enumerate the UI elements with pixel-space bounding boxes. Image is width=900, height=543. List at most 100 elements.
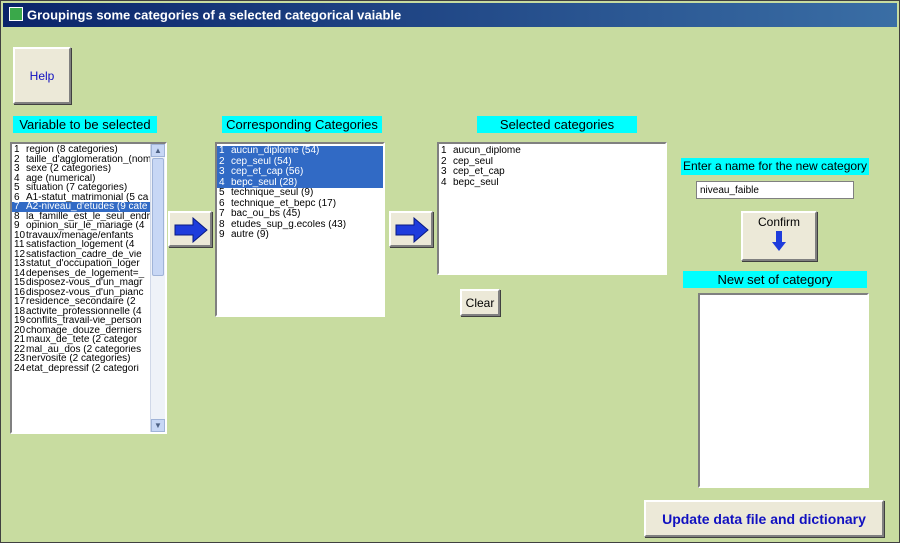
list-item-number: 10 <box>14 230 26 240</box>
list-item[interactable]: 3 cep_et_cap <box>439 167 665 178</box>
list-item-number: 1 <box>441 146 447 156</box>
list-item-label: bepc_seul <box>453 177 499 188</box>
help-button[interactable]: Help <box>13 47 71 104</box>
variable-list-scrollbar[interactable]: ▲ ▼ <box>150 144 165 432</box>
list-item-label: conflits_travail-vie_person <box>26 316 142 326</box>
app-icon <box>9 7 23 21</box>
list-item[interactable]: 12satisfaction_cadre_de_vie <box>12 250 151 260</box>
list-item[interactable]: 9 autre (9) <box>217 230 383 241</box>
list-item[interactable]: 4 bepc_seul (28) <box>217 177 383 188</box>
list-item[interactable]: 2 taille_d'agglomeration_(nom <box>12 155 151 165</box>
list-item-label: taille_d'agglomeration_(nom <box>26 154 151 165</box>
scroll-up-icon[interactable]: ▲ <box>151 144 165 157</box>
list-item-number: 2 <box>441 156 447 167</box>
confirm-button-label: Confirm <box>757 215 800 229</box>
list-item-label: autre (9) <box>231 230 269 240</box>
list-item[interactable]: 6 A1-statut_matrimonial (5 ca <box>12 193 151 203</box>
list-item-number: 4 <box>441 177 447 188</box>
list-item[interactable]: 17residence_secondaire (2 <box>12 297 151 307</box>
list-item[interactable]: 3 sexe (2 categories) <box>12 164 151 174</box>
list-item-label: cep_et_cap (56) <box>231 167 304 177</box>
list-item-number: 7 <box>14 202 20 212</box>
update-data-file-button[interactable]: Update data file and dictionary <box>644 500 884 537</box>
list-item[interactable]: 13statut_d'occupation_loger <box>12 259 151 269</box>
variable-list-label: Variable to be selected <box>13 116 157 133</box>
list-item-number: 21 <box>14 335 26 345</box>
list-item-number: 20 <box>14 325 26 335</box>
scroll-down-icon[interactable]: ▼ <box>151 419 165 432</box>
list-item-label: mal_au_dos (2 categories <box>26 344 142 355</box>
list-item-number: 2 <box>14 154 20 164</box>
list-item-label: residence_secondaire (2 <box>26 297 136 307</box>
title-bar: Groupings some categories of a selected … <box>3 3 897 27</box>
list-item[interactable]: 15disposez-vous_d'un_magr <box>12 278 151 288</box>
list-item-label: travaux/menage/enfants <box>26 230 134 241</box>
new-set-list[interactable] <box>698 293 869 488</box>
list-item[interactable]: 14depenses_de_logement=_ <box>12 269 151 279</box>
list-item-label: etudes_sup_g.ecoles (43) <box>231 219 347 230</box>
list-item-number: 15 <box>14 278 26 288</box>
list-item[interactable]: 5 technique_seul (9) <box>217 188 383 199</box>
list-item-number: 6 <box>219 198 225 209</box>
list-item-number: 22 <box>14 344 26 354</box>
list-item[interactable]: 4 bepc_seul <box>439 178 665 189</box>
list-item-label: A1-statut_matrimonial (5 ca <box>26 192 149 203</box>
list-item-number: 9 <box>219 230 225 240</box>
list-item[interactable]: 23nervosite (2 categories) <box>12 354 151 364</box>
list-item[interactable]: 16disposez-vous_d'un_pianc <box>12 288 151 298</box>
list-item-number: 2 <box>219 156 225 167</box>
list-item[interactable]: 5 situation (7 categories) <box>12 183 151 193</box>
list-item[interactable]: 7 A2-niveau_d'etudes (9 cate <box>12 202 151 212</box>
selected-label: Selected categories <box>477 116 637 133</box>
list-item[interactable]: 8 etudes_sup_g.ecoles (43) <box>217 220 383 231</box>
list-item-number: 18 <box>14 306 26 316</box>
corresponding-label: Corresponding Categories <box>222 116 382 133</box>
list-item-label: satisfaction_logement (4 <box>26 240 135 250</box>
window-title: Groupings some categories of a selected … <box>27 7 402 23</box>
list-item-label: situation (7 categories) <box>26 183 128 193</box>
list-item[interactable]: 2 cep_seul (54) <box>217 156 383 167</box>
selected-list-items: 1 aucun_diplome 2 cep_seul 3 cep_et_cap 4 bepc_… <box>439 146 665 188</box>
list-item[interactable]: 21maux_de_tete (2 categor <box>12 335 151 345</box>
list-item[interactable]: 8 la_famille_est_le_seul_endr <box>12 212 151 222</box>
scroll-thumb[interactable] <box>152 158 164 276</box>
new-name-label: Enter a name for the new category <box>681 158 869 175</box>
list-item[interactable]: 11 satisfaction_logement (4 <box>12 240 151 250</box>
main-window: Groupings some categories of a selected … <box>0 0 900 543</box>
list-item[interactable]: 19conflits_travail-vie_person <box>12 316 151 326</box>
list-item[interactable]: 6 technique_et_bepc (17) <box>217 199 383 210</box>
add-variable-arrow-button[interactable] <box>168 211 212 247</box>
list-item[interactable]: 9 opinion_sur_le_mariage (4 <box>12 221 151 231</box>
list-item-number: 1 <box>14 145 20 155</box>
variable-list[interactable]: 1 region (8 categories) 2 taille_d'agglomer… <box>10 142 167 434</box>
add-category-arrow-button[interactable] <box>389 211 433 247</box>
selected-list[interactable]: 1 aucun_diplome 2 cep_seul 3 cep_et_cap 4 bepc_… <box>437 142 667 275</box>
list-item[interactable]: 22mal_au_dos (2 categories <box>12 345 151 355</box>
list-item[interactable]: 3 cep_et_cap (56) <box>217 167 383 178</box>
list-item-label: opinion_sur_le_mariage (4 <box>26 221 145 231</box>
clear-button[interactable]: Clear <box>460 289 500 316</box>
list-item-label: region (8 categories) <box>26 145 118 155</box>
new-category-name-input[interactable] <box>696 181 854 199</box>
list-item[interactable]: 24etat_depressif (2 categori <box>12 364 151 374</box>
list-item-number: 6 <box>14 192 20 202</box>
down-arrow-icon <box>772 231 786 251</box>
list-item[interactable]: 4 age (numerical) <box>12 174 151 184</box>
list-item-label: satisfaction_cadre_de_vie <box>26 249 142 260</box>
list-item[interactable]: 1 aucun_diplome <box>439 146 665 157</box>
list-item[interactable]: 1 region (8 categories) <box>12 145 151 155</box>
list-item-label: activite_professionnelle (4 <box>26 306 142 317</box>
list-item-number: 3 <box>14 164 20 174</box>
list-item-label: etat_depressif (2 categori <box>26 363 139 374</box>
list-item[interactable]: 2 cep_seul <box>439 157 665 168</box>
list-item[interactable]: 1 aucun_diplome (54) <box>217 146 383 157</box>
list-item-number: 24 <box>14 363 26 373</box>
list-item-label: A2-niveau_d'etudes (9 cate <box>26 202 148 212</box>
corresponding-list[interactable]: 1 aucun_diplome (54) 2 cep_seul (54) 3 cep_et… <box>215 142 385 317</box>
list-item[interactable]: 20chomage_douze_derniers <box>12 326 151 336</box>
list-item[interactable]: 18activite_professionnelle (4 <box>12 307 151 317</box>
list-item-number: 1 <box>219 146 225 156</box>
list-item[interactable]: 10travaux/menage/enfants <box>12 231 151 241</box>
confirm-button[interactable]: Confirm <box>741 211 817 261</box>
list-item[interactable]: 7 bac_ou_bs (45) <box>217 209 383 220</box>
